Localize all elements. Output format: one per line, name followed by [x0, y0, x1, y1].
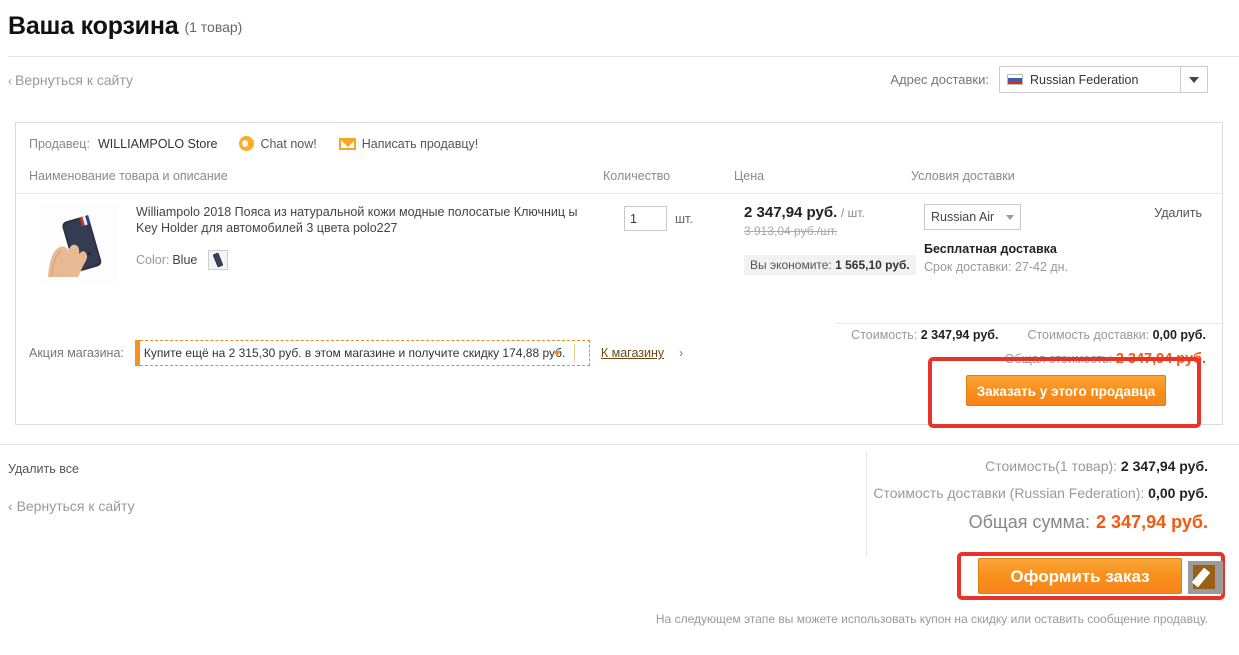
- column-header-price: Цена: [734, 169, 765, 183]
- cart-page: Ваша корзина (1 товар) ‹ Вернуться к сайту…: [0, 0, 1239, 655]
- card-shipping-label: Стоимость доставки:: [1027, 328, 1150, 342]
- card-cost-label: Стоимость:: [851, 328, 918, 342]
- russian-flag-icon: [1007, 74, 1023, 85]
- back-to-site-link-top[interactable]: ‹ Вернуться к сайту: [8, 72, 133, 88]
- back-to-site-label-top: Вернуться к сайту: [15, 72, 134, 88]
- promotion-box[interactable]: Купите ещё на 2 315,30 руб. в этом магаз…: [134, 340, 590, 366]
- summary-cost-value: 2 347,94 руб.: [1120, 458, 1208, 474]
- savings-value: 1 565,10 руб.: [835, 258, 910, 272]
- product-row: Williampolo 2018 Пояса из натуральной ко…: [16, 194, 1222, 314]
- savings-badge: Вы экономите: 1 565,10 руб.: [744, 255, 916, 275]
- summary-vertical-divider: [866, 452, 867, 556]
- price-original: 3 913,04 руб./шт.: [744, 224, 838, 238]
- totals-divider: [836, 323, 1222, 324]
- order-summary: Стоимость(1 товар): 2 347,94 руб. Стоимо…: [873, 458, 1208, 533]
- shipping-country-value: Russian Federation: [1030, 72, 1139, 87]
- shipping-address-group: Адрес доставки: Russian Federation: [890, 66, 1208, 93]
- toolbar: ‹ Вернуться к сайту Адрес доставки: Russi…: [0, 57, 1239, 105]
- chevron-left-icon: ‹: [8, 498, 13, 514]
- summary-cost-row: Стоимость(1 товар): 2 347,94 руб.: [873, 458, 1208, 474]
- shipping-method-select[interactable]: Russian Air: [924, 204, 1021, 230]
- summary-cost-label: Стоимость(1 товар):: [985, 458, 1118, 474]
- envelope-icon: [338, 137, 356, 150]
- product-info: Williampolo 2018 Пояса из натуральной ко…: [136, 204, 591, 270]
- summary-shipping-value: 0,00 руб.: [1148, 485, 1208, 501]
- price-current: 2 347,94 руб.: [744, 204, 838, 221]
- card-shipping-value: 0,00 руб.: [1152, 328, 1206, 342]
- store-promotion-row: Акция магазина: Купите ещё на 2 315,30 р…: [29, 340, 683, 366]
- card-cost-value: 2 347,94 руб.: [920, 328, 999, 342]
- cart-item-count: (1 товар): [184, 19, 243, 35]
- column-headers: Наименование товара и описание Количеств…: [16, 164, 1222, 194]
- summary-total-value: 2 347,94 руб.: [1096, 512, 1208, 532]
- chevron-right-icon: ›: [679, 346, 684, 360]
- product-thumbnail[interactable]: [38, 205, 118, 285]
- page-header: Ваша корзина (1 товар): [0, 0, 1239, 57]
- summary-total-label: Общая сумма:: [968, 512, 1091, 532]
- message-seller-link[interactable]: Написать продавцу!: [338, 136, 479, 151]
- free-shipping-label: Бесплатная доставка: [924, 242, 1057, 256]
- column-header-quantity: Количество: [603, 169, 671, 183]
- shipping-country-select[interactable]: Russian Federation: [999, 66, 1208, 93]
- savings-label: Вы экономите:: [750, 258, 832, 272]
- quantity-unit: шт.: [675, 211, 693, 226]
- shipping-method-value: Russian Air: [931, 210, 995, 224]
- bottom-divider: [0, 444, 1239, 445]
- promotion-divider: [573, 344, 575, 362]
- promotion-label: Акция магазина:: [29, 346, 124, 360]
- price-group: 2 347,94 руб. / шт. 3 913,04 руб./шт. Вы…: [744, 204, 924, 275]
- quantity-group: шт.: [624, 206, 693, 231]
- quantity-input[interactable]: [624, 206, 667, 231]
- go-to-shop-link[interactable]: К магазину: [601, 346, 664, 360]
- page-title: Ваша корзина: [8, 12, 179, 40]
- order-from-seller-button[interactable]: Заказать у этого продавца: [966, 375, 1166, 406]
- chat-now-link[interactable]: Chat now!: [239, 136, 317, 151]
- chat-bubble-icon: [239, 136, 255, 151]
- color-swatch-blue[interactable]: [207, 250, 228, 270]
- product-image: [38, 205, 118, 285]
- column-header-shipping: Условия доставки: [911, 169, 1015, 183]
- product-title[interactable]: Williampolo 2018 Пояса из натуральной ко…: [136, 204, 591, 236]
- summary-total-row: Общая сумма: 2 347,94 руб.: [873, 512, 1208, 533]
- price-per-unit: / шт.: [840, 206, 865, 220]
- column-header-name: Наименование товара и описание: [29, 169, 228, 183]
- seller-row: Продавец: WILLIAMPOLO Store Chat now! На…: [16, 123, 1222, 164]
- delete-all-link[interactable]: Удалить все: [8, 462, 79, 476]
- pencil-cursor-icon: [1188, 561, 1223, 594]
- swatch-image: [208, 251, 227, 269]
- back-to-site-link-bottom[interactable]: ‹ Вернуться к сайту: [8, 498, 135, 514]
- chevron-down-icon[interactable]: [1180, 67, 1207, 92]
- summary-shipping-row: Стоимость доставки (Russian Federation):…: [873, 485, 1208, 501]
- delete-item-link[interactable]: Удалить: [1154, 206, 1202, 220]
- price-current-row: 2 347,94 руб. / шт.: [744, 204, 924, 221]
- card-total-row-1: Стоимость: 2 347,94 руб. Стоимость доста…: [851, 328, 1206, 342]
- attribute-value: Blue: [172, 253, 198, 267]
- checkout-button[interactable]: Оформить заказ: [978, 558, 1182, 594]
- attribute-label: Color:: [136, 253, 170, 267]
- seller-name[interactable]: WILLIAMPOLO Store: [98, 137, 217, 151]
- chevron-left-icon: ‹: [8, 74, 12, 88]
- footer-note: На следующем этапе вы можете использоват…: [655, 612, 1208, 626]
- product-attribute: Color: Blue: [136, 250, 591, 270]
- shipping-address-label: Адрес доставки:: [890, 72, 989, 87]
- chevron-down-icon: [1006, 214, 1014, 220]
- chevron-down-icon[interactable]: [552, 351, 561, 356]
- shipping-group: Russian Air Бесплатная доставка Срок дос…: [924, 204, 1114, 274]
- seller-label: Продавец:: [29, 136, 90, 151]
- back-to-site-label-bottom: Вернуться к сайту: [16, 498, 135, 514]
- message-seller-label: Написать продавцу!: [361, 136, 479, 151]
- promotion-text: Купите ещё на 2 315,30 руб. в этом магаз…: [143, 346, 566, 360]
- delivery-time-label: Срок доставки: 27-42 дн.: [924, 260, 1069, 274]
- chat-now-label: Chat now!: [260, 136, 317, 151]
- summary-shipping-label: Стоимость доставки (Russian Federation):: [873, 485, 1145, 501]
